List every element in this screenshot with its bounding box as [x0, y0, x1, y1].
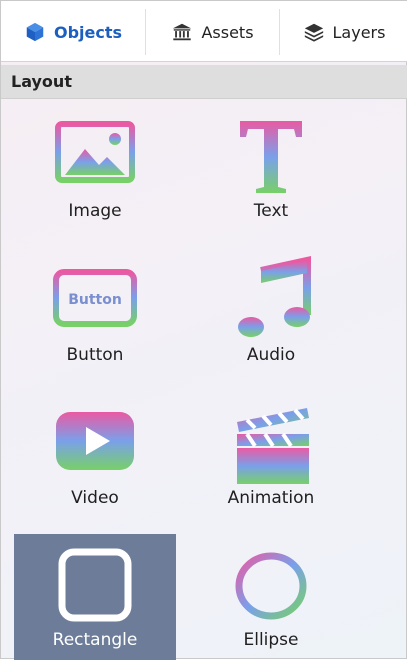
item-label: Audio [246, 345, 296, 365]
item-label: Video [71, 488, 119, 508]
tab-layers[interactable]: Layers [279, 9, 407, 55]
layout-item-text[interactable]: Text [190, 105, 352, 239]
tab-label: Layers [332, 22, 386, 42]
item-label: Ellipse [243, 630, 299, 650]
layout-item-image[interactable]: Image [14, 105, 176, 239]
section-header-layout: Layout [1, 65, 407, 99]
tab-objects[interactable]: Objects [1, 9, 145, 55]
play-icon [56, 412, 134, 470]
rectangle-icon [58, 548, 132, 622]
tab-label: Objects [53, 22, 123, 42]
layout-item-button[interactable]: Button Button [14, 249, 176, 383]
item-label: Animation [227, 488, 315, 508]
item-label: Rectangle [52, 630, 138, 650]
tab-bar: Objects Assets Layers [1, 1, 407, 62]
button-icon: Button [53, 269, 137, 327]
layers-icon [304, 23, 323, 42]
ellipse-icon [235, 552, 307, 620]
button-icon-text: Button [68, 292, 122, 308]
layout-item-animation[interactable]: Animation [190, 392, 352, 526]
cube-icon [26, 22, 44, 42]
tab-assets[interactable]: Assets [145, 9, 279, 55]
image-icon [55, 121, 135, 183]
item-label: Image [68, 201, 122, 221]
objects-panel: Objects Assets Layers Layout Image Text … [0, 0, 407, 660]
clapperboard-icon [237, 408, 309, 484]
layout-item-video[interactable]: Video [14, 392, 176, 526]
layout-item-ellipse[interactable]: Ellipse [190, 534, 352, 660]
layout-item-rectangle[interactable]: Rectangle [14, 534, 176, 660]
item-label: Button [66, 345, 124, 365]
music-note-icon [238, 256, 311, 337]
bank-icon [173, 23, 192, 41]
layout-item-audio[interactable]: Audio [190, 249, 352, 383]
item-label: Text [253, 201, 289, 221]
text-icon [240, 121, 302, 193]
tab-label: Assets [201, 22, 254, 42]
